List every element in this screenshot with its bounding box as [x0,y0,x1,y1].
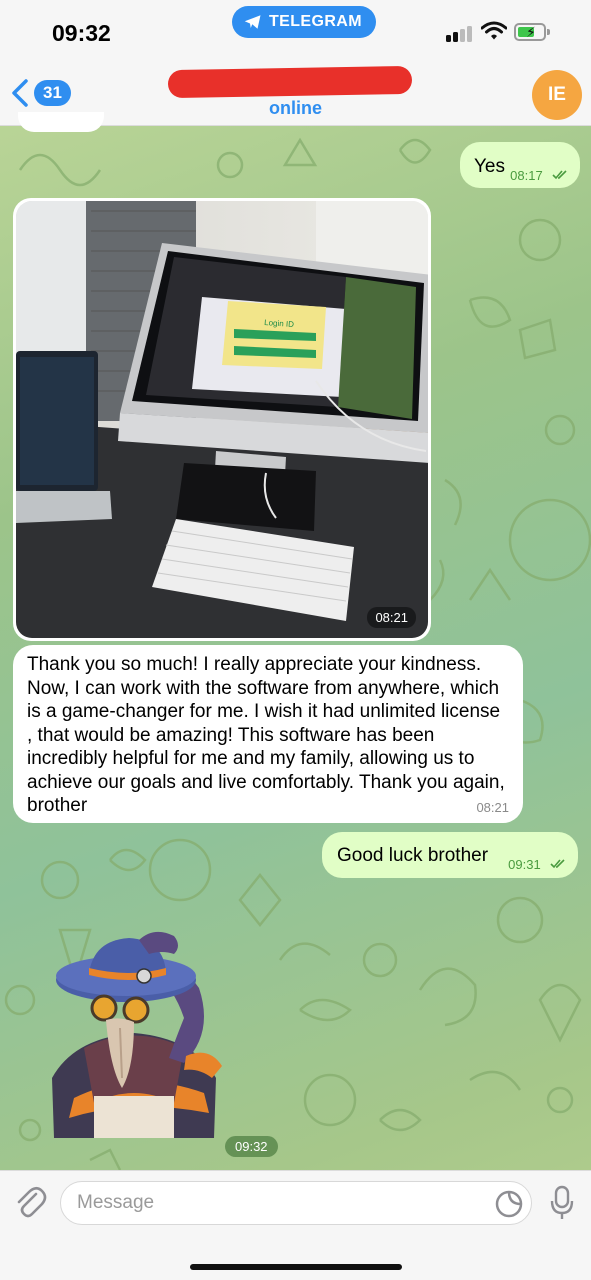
status-bar: 09:32 TELEGRAM ⚡ [0,0,591,60]
double-check-icon [552,170,567,180]
microphone-icon[interactable] [550,1185,574,1221]
message-composer [0,1170,591,1280]
plague-doctor-sticker[interactable] [34,928,244,1138]
message-input[interactable] [60,1181,532,1225]
photo-image[interactable]: Login ID 08:21 [16,201,428,638]
double-check-icon [550,859,565,869]
photo-desk-scene: Login ID [16,201,428,638]
contact-avatar[interactable]: IE [532,70,582,120]
message-time: 08:21 [476,800,509,815]
sticker-time: 09:32 [225,1136,278,1157]
message-text: Yes [474,156,505,177]
cellular-signal-icon [446,24,476,42]
paperclip-icon[interactable] [12,1185,48,1221]
telegram-plane-icon [244,15,261,29]
outgoing-message-bubble[interactable]: Yes 08:17 [460,142,580,188]
contact-name-redacted[interactable] [167,65,413,99]
outgoing-message-bubble[interactable]: Good luck brother 09:31 [322,832,578,878]
message-text: Thank you so much! I really appreciate y… [27,654,505,816]
photo-time: 08:21 [367,607,416,628]
sticker-image [52,931,222,1138]
wifi-icon [481,21,507,40]
message-meta: 08:17 [510,164,568,186]
telegram-app-pill[interactable]: TELEGRAM [232,6,376,38]
photo-message-bubble[interactable]: Login ID 08:21 [13,198,431,641]
message-time: 08:17 [510,168,543,183]
incoming-message-bubble[interactable]: Thank you so much! I really appreciate y… [13,645,523,823]
message-time: 09:31 [508,857,541,872]
status-time: 09:32 [52,20,111,46]
sticker-icon[interactable] [494,1189,524,1219]
previous-message-bubble[interactable] [18,112,104,132]
telegram-pill-label: TELEGRAM [269,13,362,30]
message-meta: 09:31 [508,853,566,875]
home-indicator [190,1264,402,1270]
message-text: Good luck brother [337,845,489,866]
battery-icon: ⚡ [514,23,550,41]
